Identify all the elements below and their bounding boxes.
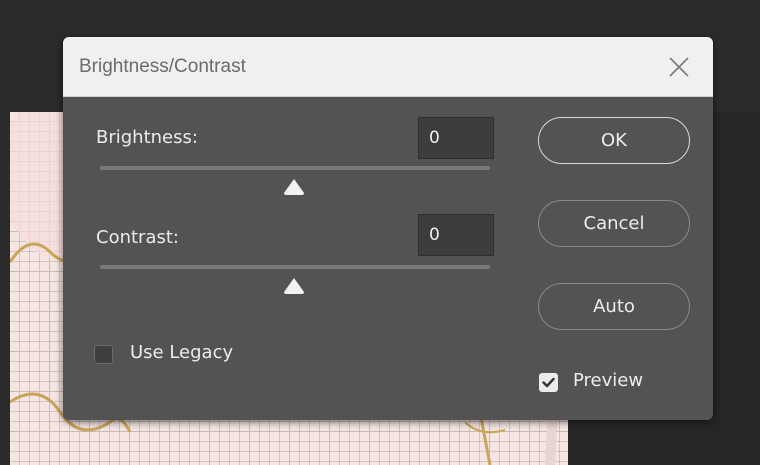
close-icon xyxy=(669,57,689,77)
contrast-input[interactable] xyxy=(418,214,494,256)
preview-label[interactable]: Preview xyxy=(573,370,643,391)
dialog-title: Brightness/Contrast xyxy=(79,56,246,77)
checkmark-icon xyxy=(542,377,555,388)
dialog-titlebar[interactable]: Brightness/Contrast xyxy=(63,37,713,97)
use-legacy-checkbox[interactable] xyxy=(94,345,113,364)
brightness-input[interactable] xyxy=(418,117,494,159)
use-legacy-label[interactable]: Use Legacy xyxy=(130,342,233,363)
brightness-slider-thumb-icon[interactable] xyxy=(283,178,305,196)
ok-button[interactable]: OK xyxy=(538,117,690,164)
contrast-slider-track[interactable] xyxy=(100,265,490,269)
preview-checkbox[interactable] xyxy=(539,373,558,392)
brightness-label: Brightness: xyxy=(96,127,198,148)
cancel-button[interactable]: Cancel xyxy=(538,200,690,247)
contrast-slider-thumb-icon[interactable] xyxy=(283,277,305,295)
contrast-label: Contrast: xyxy=(96,227,179,248)
auto-button[interactable]: Auto xyxy=(538,283,690,330)
brightness-slider-track[interactable] xyxy=(100,166,490,170)
brightness-contrast-dialog: Brightness/Contrast Brightness: Contrast… xyxy=(63,37,713,420)
close-button[interactable] xyxy=(665,53,693,81)
